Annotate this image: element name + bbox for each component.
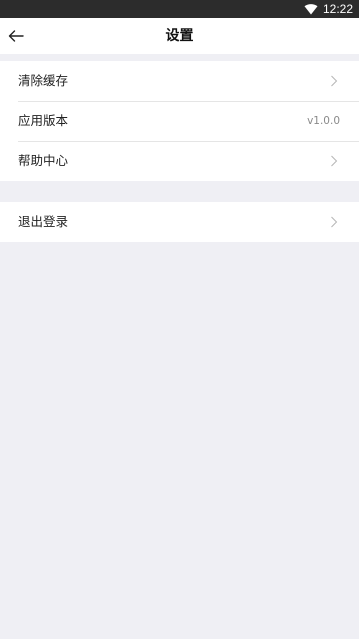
logout-item[interactable]: 退出登录 — [0, 202, 359, 242]
wifi-icon — [304, 3, 318, 15]
status-indicators: 12:22 — [304, 0, 353, 18]
app-version-item: 应用版本 v1.0.0 — [0, 101, 359, 141]
settings-group-general: 清除缓存 应用版本 v1.0.0 帮助中心 — [0, 61, 359, 181]
page-title: 设置 — [165, 28, 194, 44]
status-bar: 12:22 — [0, 0, 359, 18]
logout-label: 退出登录 — [18, 214, 69, 229]
settings-group-account: 退出登录 — [0, 202, 359, 242]
app-version-label: 应用版本 — [18, 113, 69, 128]
chevron-right-icon — [330, 75, 338, 87]
app-version-value: v1.0.0 — [307, 115, 340, 127]
chevron-right-icon — [330, 155, 338, 167]
navigation-bar: 设置 — [0, 18, 359, 54]
help-center-label: 帮助中心 — [18, 153, 69, 168]
help-center-item[interactable]: 帮助中心 — [0, 141, 359, 181]
chevron-right-icon — [330, 216, 338, 228]
clear-cache-item[interactable]: 清除缓存 — [0, 61, 359, 101]
clear-cache-label: 清除缓存 — [18, 73, 69, 88]
status-time: 12:22 — [322, 2, 353, 16]
